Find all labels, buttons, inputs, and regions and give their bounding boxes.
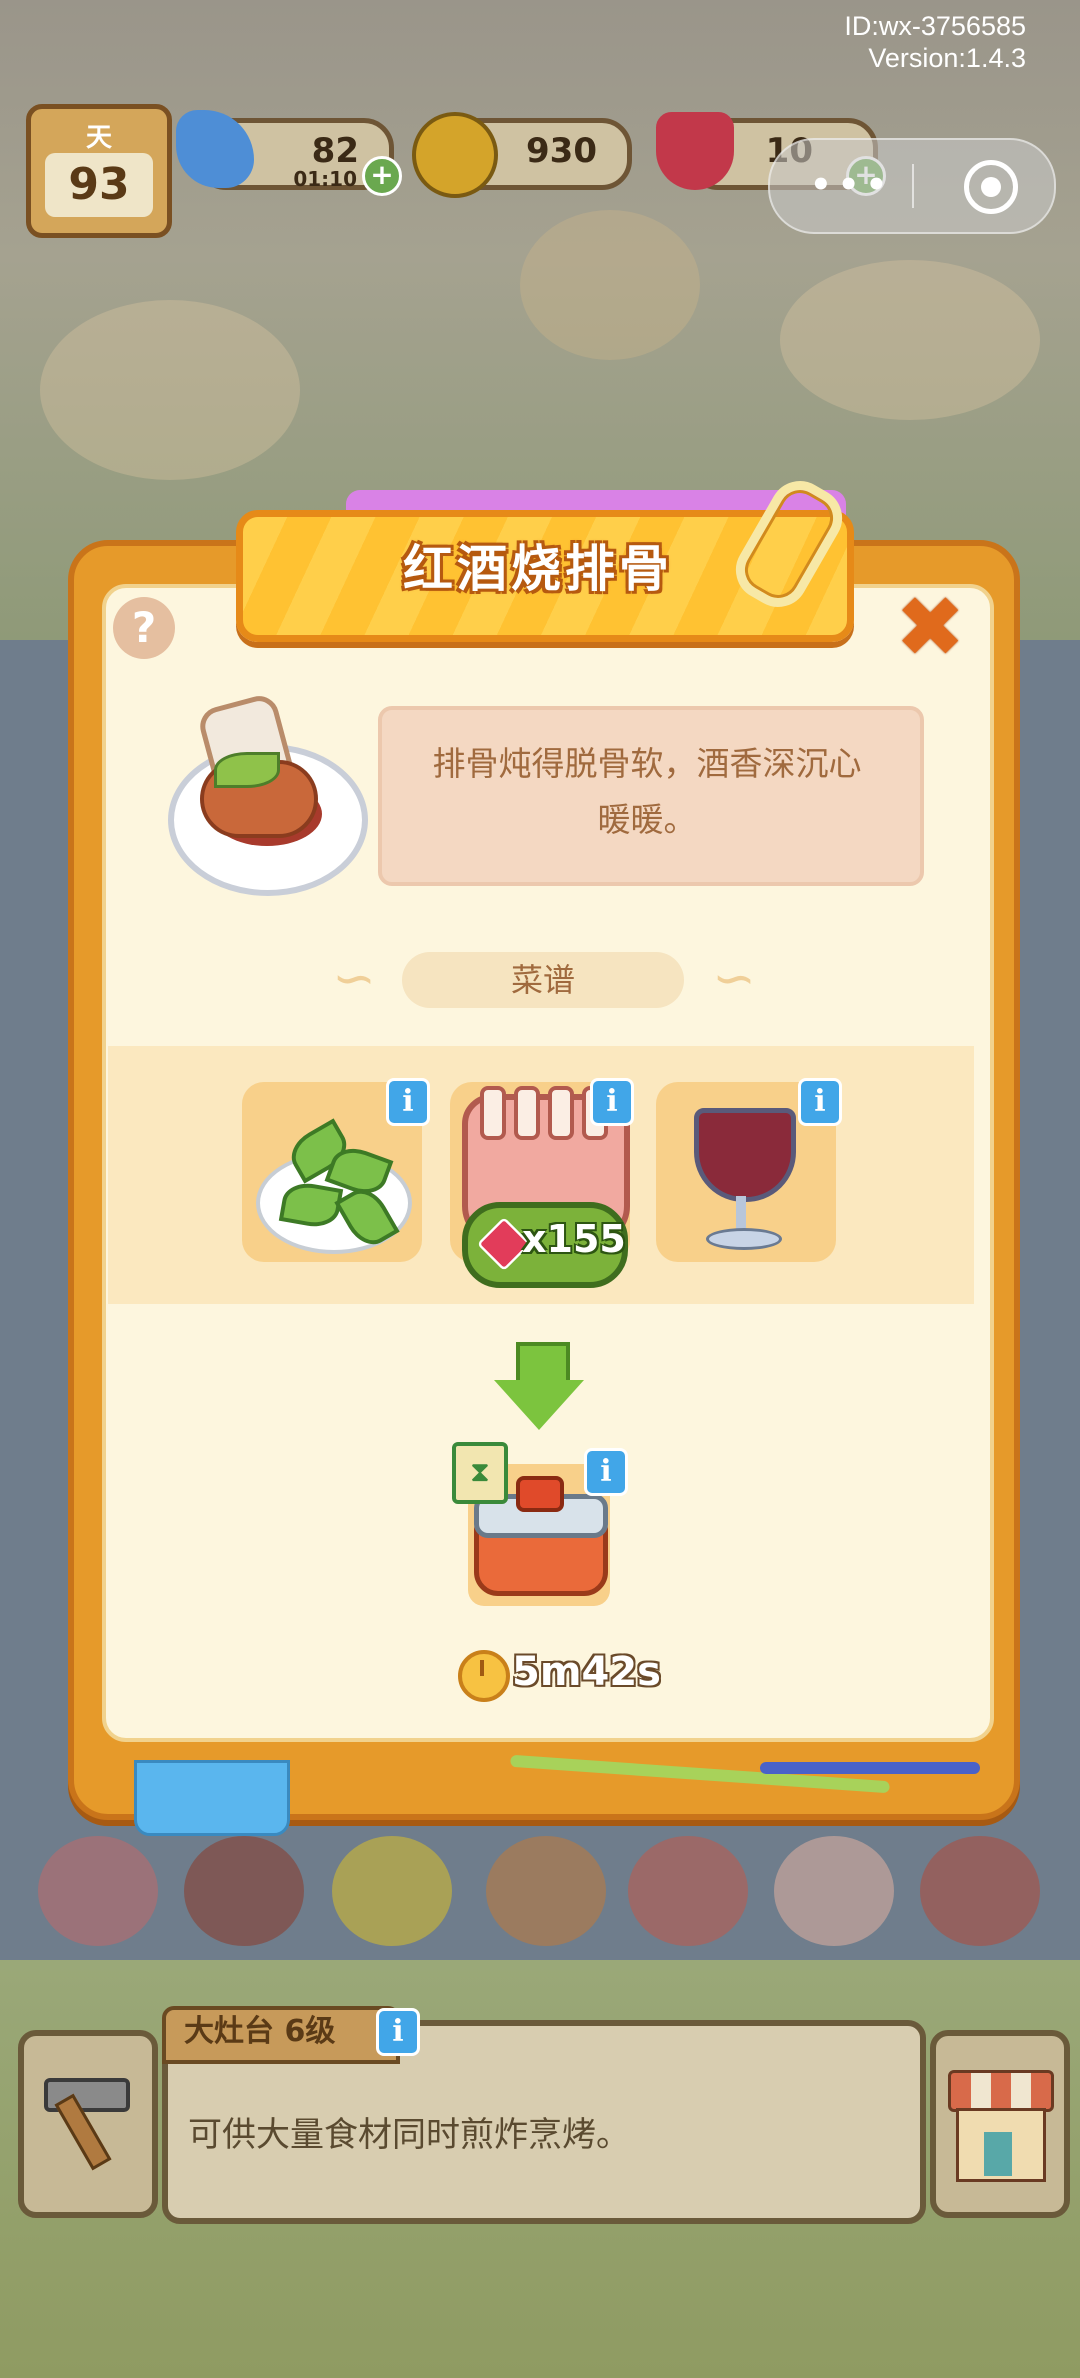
shop-icon (948, 2070, 1054, 2182)
recipe-label: 菜谱 (510, 961, 575, 999)
background-decoration (40, 300, 300, 480)
herb-info-button[interactable]: i (386, 1078, 430, 1126)
showcase-icon (38, 1836, 158, 1946)
add-energy-button[interactable]: + (362, 156, 402, 196)
wine-base (706, 1228, 782, 1250)
background-decoration (780, 260, 1040, 420)
arrow-down-icon (494, 1342, 584, 1432)
energy-value: 82 (311, 131, 359, 171)
steak-icon (184, 1836, 304, 1946)
wine-stem (736, 1196, 746, 1232)
close-button[interactable]: ✖ (895, 585, 965, 669)
day-label: 天 (85, 123, 112, 153)
dish-garnish-icon (214, 752, 280, 788)
wine-info-button[interactable]: i (798, 1078, 842, 1126)
day-value: 93 (45, 153, 153, 217)
dialog-bookmark (134, 1760, 290, 1836)
sausage-icon (920, 1836, 1040, 1946)
hourglass-icon: ⧗ (452, 1442, 508, 1504)
dish-description: 排骨炖得脱骨软，酒香深沉心 暖暖。 (432, 744, 862, 839)
background-decoration (520, 210, 700, 360)
version-text: Version:1.4.3 (868, 43, 1026, 73)
pot-handle (516, 1476, 564, 1512)
clock-icon (458, 1650, 510, 1702)
ribs-price: x155 (522, 1217, 626, 1261)
right-ornament-icon: ∽ (712, 949, 756, 1009)
target-icon[interactable] (964, 160, 1018, 214)
ham-icon (628, 1836, 748, 1946)
rib-bone (514, 1086, 540, 1140)
rib-bone (480, 1086, 506, 1140)
chicken-icon (774, 1836, 894, 1946)
coin-icon (412, 112, 498, 198)
stove-description: 可供大量食材同时煎炸烹烤。 (188, 2115, 630, 2155)
rib-bone (548, 1086, 574, 1140)
capsule-divider (912, 164, 914, 208)
energy-timer: 01:10 (293, 167, 357, 191)
ribs-info-button[interactable]: i (590, 1078, 634, 1126)
more-menu-icon[interactable]: ••• (810, 168, 893, 202)
gem-icon (656, 112, 734, 190)
stove-info-button[interactable]: i (376, 2008, 420, 2056)
left-ornament-icon: ∽ (332, 949, 376, 1009)
player-id: ID:wx-3756585 (844, 11, 1026, 41)
peanut-icon (486, 1836, 606, 1946)
stove-title: 大灶台 6级 (184, 2014, 336, 2049)
cook-time: 5m42s (512, 1649, 661, 1695)
lemon-icon (332, 1836, 452, 1946)
shop-door (984, 2132, 1012, 2176)
day-counter: 天 93 (26, 104, 172, 238)
mini-program-capsule: ••• (768, 138, 1056, 234)
red-wine-icon (694, 1108, 796, 1202)
dialog-ribbon-blue (760, 1762, 980, 1774)
pot-info-button[interactable]: i (584, 1448, 628, 1496)
shop-roof (948, 2070, 1054, 2112)
coins-value: 930 (526, 131, 597, 171)
help-button[interactable]: ? (113, 597, 175, 659)
